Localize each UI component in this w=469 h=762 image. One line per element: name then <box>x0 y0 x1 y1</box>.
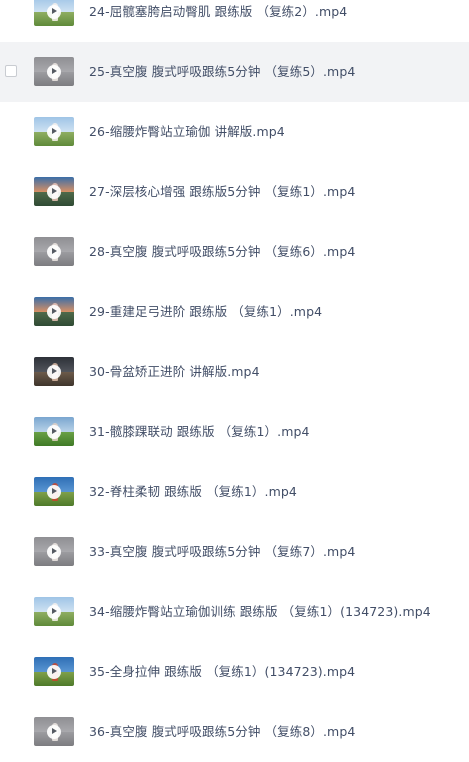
video-thumbnail[interactable] <box>34 657 74 686</box>
file-row[interactable]: 34-缩腰炸臀站立瑜伽训练 跟练版 （复练1）(134723).mp4 <box>0 582 469 642</box>
play-icon <box>47 184 61 199</box>
file-row[interactable]: 33-真空腹 腹式呼吸跟练5分钟 （复练7）.mp4 <box>0 522 469 582</box>
row-checkbox[interactable] <box>5 65 17 77</box>
file-name[interactable]: 30-骨盆矫正进阶 讲解版.mp4 <box>89 342 260 402</box>
video-thumbnail[interactable] <box>34 297 74 326</box>
video-thumbnail[interactable] <box>34 417 74 446</box>
play-icon <box>47 124 61 139</box>
file-list: 24-屈髋塞胯启动臀肌 跟练版 （复练2）.mp4 25-真空腹 腹式呼吸跟练5… <box>0 0 469 762</box>
video-thumbnail[interactable] <box>34 537 74 566</box>
file-row[interactable]: 28-真空腹 腹式呼吸跟练5分钟 （复练6）.mp4 <box>0 222 469 282</box>
video-thumbnail[interactable] <box>34 117 74 146</box>
file-name[interactable]: 29-重建足弓进阶 跟练版 （复练1）.mp4 <box>89 282 322 342</box>
file-name[interactable]: 34-缩腰炸臀站立瑜伽训练 跟练版 （复练1）(134723).mp4 <box>89 582 431 642</box>
file-name[interactable]: 33-真空腹 腹式呼吸跟练5分钟 （复练7）.mp4 <box>89 522 355 582</box>
play-icon <box>47 364 61 379</box>
file-row[interactable]: 24-屈髋塞胯启动臀肌 跟练版 （复练2）.mp4 <box>0 0 469 42</box>
play-icon <box>47 64 61 79</box>
file-name[interactable]: 36-真空腹 腹式呼吸跟练5分钟 （复练8）.mp4 <box>89 702 355 762</box>
file-row[interactable]: 26-缩腰炸臀站立瑜伽 讲解版.mp4 <box>0 102 469 162</box>
video-thumbnail[interactable] <box>34 57 74 86</box>
file-row[interactable]: 32-脊柱柔韧 跟练版 （复练1）.mp4 <box>0 462 469 522</box>
file-row[interactable]: 25-真空腹 腹式呼吸跟练5分钟 （复练5）.mp4 <box>0 42 469 102</box>
play-icon <box>47 244 61 259</box>
video-thumbnail[interactable] <box>34 237 74 266</box>
file-row[interactable]: 36-真空腹 腹式呼吸跟练5分钟 （复练8）.mp4 <box>0 702 469 762</box>
video-thumbnail[interactable] <box>34 357 74 386</box>
video-thumbnail[interactable] <box>34 477 74 506</box>
play-icon <box>47 4 61 19</box>
play-icon <box>47 544 61 559</box>
file-name[interactable]: 26-缩腰炸臀站立瑜伽 讲解版.mp4 <box>89 102 285 162</box>
play-icon <box>47 424 61 439</box>
file-name[interactable]: 25-真空腹 腹式呼吸跟练5分钟 （复练5）.mp4 <box>89 42 355 102</box>
play-icon <box>47 724 61 739</box>
file-name[interactable]: 28-真空腹 腹式呼吸跟练5分钟 （复练6）.mp4 <box>89 222 355 282</box>
play-icon <box>47 664 61 679</box>
file-name[interactable]: 27-深层核心增强 跟练版5分钟 （复练1）.mp4 <box>89 162 355 222</box>
video-thumbnail[interactable] <box>34 177 74 206</box>
file-row[interactable]: 35-全身拉伸 跟练版 （复练1）(134723).mp4 <box>0 642 469 702</box>
file-row[interactable]: 29-重建足弓进阶 跟练版 （复练1）.mp4 <box>0 282 469 342</box>
play-icon <box>47 484 61 499</box>
file-name[interactable]: 31-髋膝踝联动 跟练版 （复练1）.mp4 <box>89 402 310 462</box>
video-thumbnail[interactable] <box>34 597 74 626</box>
file-row[interactable]: 27-深层核心增强 跟练版5分钟 （复练1）.mp4 <box>0 162 469 222</box>
file-name[interactable]: 35-全身拉伸 跟练版 （复练1）(134723).mp4 <box>89 642 355 702</box>
video-thumbnail[interactable] <box>34 717 74 746</box>
file-name[interactable]: 24-屈髋塞胯启动臀肌 跟练版 （复练2）.mp4 <box>89 0 347 42</box>
play-icon <box>47 604 61 619</box>
play-icon <box>47 304 61 319</box>
video-thumbnail[interactable] <box>34 0 74 26</box>
file-row[interactable]: 30-骨盆矫正进阶 讲解版.mp4 <box>0 342 469 402</box>
file-name[interactable]: 32-脊柱柔韧 跟练版 （复练1）.mp4 <box>89 462 297 522</box>
file-row[interactable]: 31-髋膝踝联动 跟练版 （复练1）.mp4 <box>0 402 469 462</box>
